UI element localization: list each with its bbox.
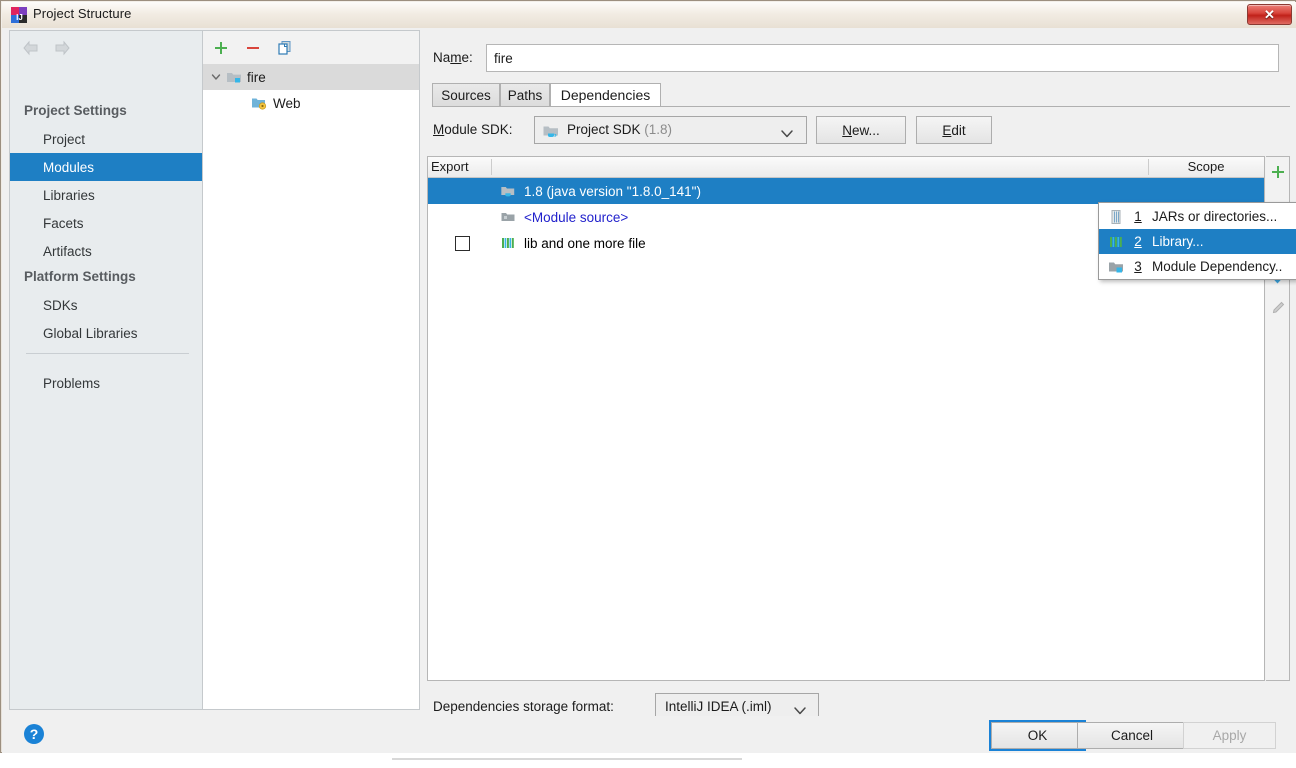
window-frame: IJ Project Structure ✕ Project Settings …	[0, 0, 1296, 753]
menu-item-accelerator: 2	[1134, 234, 1142, 249]
web-facet-icon	[251, 95, 267, 111]
storage-format-label: Dependencies storage format:	[433, 699, 614, 714]
new-sdk-label: New...	[842, 122, 880, 138]
arrow-left-icon[interactable]	[22, 40, 40, 56]
export-checkbox[interactable]	[454, 235, 470, 251]
sidebar-item-modules[interactable]: Modules	[10, 153, 202, 181]
table-row[interactable]: 1.8 (java version "1.8.0_141")	[428, 178, 1264, 204]
sidebar-nav-bar	[10, 31, 202, 65]
sidebar-item-project[interactable]: Project	[10, 125, 202, 153]
arrow-right-icon[interactable]	[53, 40, 71, 56]
copy-icon[interactable]	[275, 38, 295, 58]
tab-underline	[432, 106, 1290, 107]
menu-item-label: Library...	[1152, 234, 1204, 249]
pencil-icon	[1270, 300, 1286, 321]
menu-item-module-dependency[interactable]: 3 Module Dependency..	[1099, 254, 1296, 279]
library-icon	[496, 235, 520, 251]
cancel-button[interactable]: Cancel	[1077, 722, 1187, 749]
module-sdk-label: Module SDK:	[433, 122, 513, 137]
dialog-content: Project Settings Project Modules Librari…	[2, 28, 1296, 721]
settings-sidebar: Project Settings Project Modules Librari…	[9, 30, 202, 710]
svg-text:?: ?	[30, 726, 39, 742]
apply-button: Apply	[1183, 722, 1276, 749]
module-tree-toolbar	[203, 31, 419, 64]
tree-node-fire[interactable]: fire	[203, 64, 419, 90]
minus-icon[interactable]	[243, 38, 263, 58]
scroll-hint	[392, 758, 742, 760]
add-dependency-popup-menu: 1 JARs or directories... 2 Library... 3 …	[1098, 202, 1296, 280]
sidebar-item-global-libraries[interactable]: Global Libraries	[10, 319, 202, 347]
close-button[interactable]: ✕	[1247, 4, 1292, 25]
tab-paths[interactable]: Paths	[500, 83, 550, 107]
module-sdk-row: Module SDK: Project SDK (1.8) New... Edi…	[426, 116, 1290, 146]
sidebar-divider	[26, 353, 189, 354]
edit-sdk-label: Edit	[942, 122, 966, 138]
project-structure-dialog: IJ Project Structure ✕ Project Settings …	[0, 0, 1296, 768]
chevron-down-icon	[780, 126, 794, 144]
sidebar-item-problems[interactable]: Problems	[10, 369, 202, 397]
help-question-icon[interactable]: ?	[23, 723, 45, 745]
window-title: Project Structure	[33, 6, 132, 21]
storage-format-value: IntelliJ IDEA (.iml)	[665, 699, 772, 714]
dialog-footer: ? OK Cancel Apply	[2, 716, 1296, 753]
module-tree-panel: fire Web	[202, 30, 420, 710]
module-folder-icon	[226, 69, 242, 85]
module-sdk-value: Project SDK (1.8)	[567, 122, 673, 137]
menu-item-accelerator: 3	[1134, 259, 1142, 274]
sidebar-item-facets[interactable]: Facets	[10, 209, 202, 237]
apply-label: Apply	[1212, 728, 1247, 743]
dependency-label: 1.8 (java version "1.8.0_141")	[524, 183, 701, 199]
menu-item-accelerator: 1	[1134, 209, 1142, 224]
edit-dependency-button[interactable]	[1266, 297, 1289, 323]
tab-sources[interactable]: Sources	[432, 83, 500, 107]
plus-icon[interactable]	[211, 38, 231, 58]
library-icon	[1108, 234, 1124, 250]
tree-node-label: fire	[247, 69, 266, 85]
sdk-folder-icon	[496, 183, 520, 199]
menu-item-jars-or-directories[interactable]: 1 JARs or directories...	[1099, 204, 1296, 229]
chevron-down-icon[interactable]	[210, 71, 222, 83]
cancel-label: Cancel	[1110, 728, 1154, 743]
module-tabs: Sources Paths Dependencies	[432, 83, 1290, 107]
module-dependency-icon	[1108, 259, 1124, 275]
module-sdk-dropdown[interactable]: Project SDK (1.8)	[534, 116, 807, 144]
add-dependency-button[interactable]	[1266, 161, 1289, 187]
dependencies-table-header: Export Scope	[428, 157, 1264, 178]
column-header-scope[interactable]: Scope	[1151, 159, 1261, 174]
close-icon: ✕	[1264, 6, 1275, 22]
ok-button[interactable]: OK	[991, 722, 1084, 749]
edit-sdk-button[interactable]: Edit	[916, 116, 992, 144]
tree-node-label: Web	[273, 95, 301, 111]
page-bottom-strip	[0, 753, 1296, 768]
module-editor-pane: Name: Sources Paths Dependencies Module …	[426, 30, 1290, 721]
jar-file-icon	[1108, 209, 1124, 225]
name-label: Name:	[433, 50, 473, 65]
menu-item-label: JARs or directories...	[1152, 209, 1278, 224]
menu-item-library[interactable]: 2 Library...	[1099, 229, 1296, 254]
sidebar-item-sdks[interactable]: SDKs	[10, 291, 202, 319]
title-bar: IJ Project Structure ✕	[2, 2, 1296, 28]
sidebar-item-artifacts[interactable]: Artifacts	[10, 237, 202, 265]
menu-item-label: Module Dependency..	[1152, 259, 1283, 274]
intellij-idea-icon: IJ	[11, 7, 27, 23]
new-sdk-button[interactable]: New...	[816, 116, 906, 144]
module-name-input[interactable]	[486, 44, 1279, 72]
dependency-label: <Module source>	[524, 209, 629, 225]
ok-label: OK	[1027, 728, 1048, 743]
sidebar-group-project-settings: Project Settings	[24, 103, 127, 118]
name-row: Name:	[426, 44, 1290, 74]
module-source-icon	[496, 209, 520, 225]
export-cell	[428, 235, 496, 251]
sidebar-item-libraries[interactable]: Libraries	[10, 181, 202, 209]
tree-node-web[interactable]: Web	[203, 90, 419, 116]
plus-icon	[1270, 164, 1286, 185]
sidebar-group-platform-settings: Platform Settings	[24, 269, 136, 284]
column-header-export[interactable]: Export	[431, 159, 469, 174]
svg-text:IJ: IJ	[16, 13, 23, 22]
dependency-label: lib and one more file	[524, 235, 646, 251]
sdk-folder-icon	[542, 122, 560, 140]
tab-dependencies[interactable]: Dependencies	[550, 83, 661, 107]
